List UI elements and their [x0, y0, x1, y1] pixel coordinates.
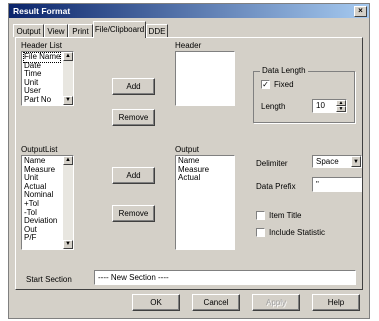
length-value: 10	[316, 101, 325, 110]
fixed-label: Fixed	[274, 80, 294, 89]
output-label: Output	[175, 145, 200, 154]
checkmark-icon: ✓	[262, 80, 269, 89]
chevron-down-icon[interactable]: ▼	[351, 156, 361, 167]
list-item[interactable]: P/F	[24, 234, 57, 243]
header-list-scrollbar[interactable]: ▲ ▼	[63, 52, 73, 105]
remove-header-button[interactable]: Remove	[112, 109, 155, 126]
scroll-up-arrow-icon[interactable]: ▲	[63, 156, 73, 165]
remove-output-button[interactable]: Remove	[112, 205, 155, 222]
scroll-down-arrow-icon[interactable]: ▼	[63, 240, 73, 249]
scroll-up-arrow-icon[interactable]: ▲	[63, 52, 73, 61]
length-spinbox[interactable]: 10 ▲ ▼	[312, 99, 347, 113]
tab-output[interactable]: Output	[13, 24, 44, 37]
include-statistic-checkbox[interactable]	[256, 228, 265, 237]
tab-panel: Header List File Name Date Time Unit Use…	[15, 37, 363, 290]
list-item[interactable]: Actual	[178, 174, 209, 183]
data-prefix-input[interactable]: "	[312, 177, 362, 192]
start-section-label: Start Section	[26, 275, 72, 284]
data-length-group	[253, 71, 355, 123]
include-statistic-label: Include Statistic	[269, 228, 326, 237]
header-list-listbox[interactable]: File Name Date Time Unit User Part No ▲ …	[21, 51, 74, 106]
title-bar[interactable]: Result Format ×	[9, 4, 369, 18]
header-list-label: Header List	[21, 41, 62, 50]
item-title-checkbox[interactable]	[256, 211, 265, 220]
header-label: Header	[175, 41, 202, 50]
close-icon[interactable]: ×	[354, 6, 367, 17]
output-list-listbox[interactable]: Name Measure Unit Actual Nominal +Tol -T…	[21, 155, 74, 250]
cancel-button[interactable]: Cancel	[192, 294, 240, 311]
help-button[interactable]: Help	[312, 294, 360, 311]
result-format-dialog: Result Format × Output View Print File/C…	[8, 3, 370, 319]
delimiter-select[interactable]: Space ▼	[312, 155, 362, 168]
tab-print[interactable]: Print	[68, 24, 93, 37]
window-title: Result Format	[13, 6, 71, 16]
delimiter-value: Space	[316, 157, 339, 166]
delimiter-label: Delimiter	[256, 159, 288, 168]
tab-file-clipboard[interactable]: File/Clipboard	[93, 21, 146, 38]
add-header-button[interactable]: Add	[112, 78, 155, 95]
data-length-label: Data Length	[260, 66, 308, 75]
output-list-scrollbar[interactable]: ▲ ▼	[63, 156, 73, 249]
item-title-label: Item Title	[269, 211, 302, 220]
tab-dde[interactable]: DDE	[146, 24, 168, 37]
list-item[interactable]: Part No	[24, 95, 60, 105]
spin-down-icon[interactable]: ▼	[336, 106, 346, 112]
ok-button[interactable]: OK	[132, 294, 180, 311]
scroll-down-arrow-icon[interactable]: ▼	[63, 96, 73, 105]
header-listbox[interactable]	[175, 51, 235, 106]
data-prefix-label: Data Prefix	[256, 182, 296, 191]
start-section-input[interactable]: ---- New Section ----	[94, 270, 356, 285]
length-label: Length	[261, 102, 286, 111]
apply-button[interactable]: Apply	[252, 294, 300, 311]
add-output-button[interactable]: Add	[112, 167, 155, 184]
output-listbox[interactable]: Name Measure Actual	[175, 155, 235, 250]
output-list-label: OutputList	[21, 145, 58, 154]
tab-view[interactable]: View	[44, 24, 68, 37]
fixed-checkbox[interactable]: ✓	[261, 80, 270, 89]
